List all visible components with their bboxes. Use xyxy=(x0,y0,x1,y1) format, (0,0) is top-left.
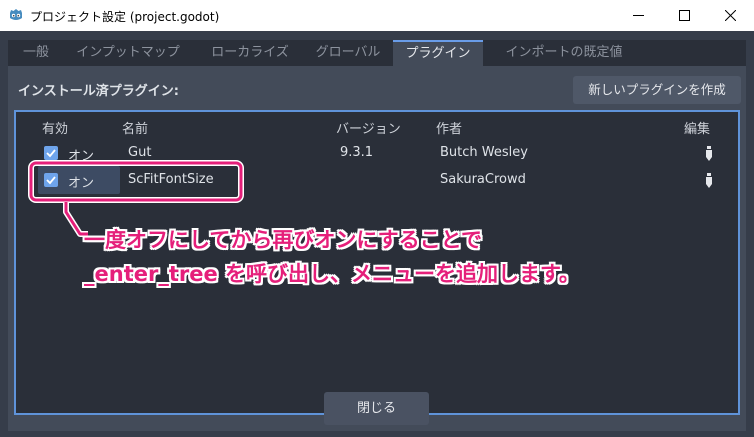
create-plugin-button[interactable]: 新しいプラグインを作成 xyxy=(573,76,741,104)
annotation-line-1: 一度オフにしてから再びオンにすることで xyxy=(84,228,482,252)
plugin-name: Gut xyxy=(128,145,152,160)
window-title: プロジェクト設定 (project.godot) xyxy=(30,10,220,24)
column-name: 名前 xyxy=(122,122,149,137)
minimize-icon xyxy=(633,15,644,16)
column-enabled: 有効 xyxy=(42,122,69,137)
enabled-checkbox[interactable] xyxy=(44,146,58,160)
tab-import-defaults[interactable]: インポートの既定値 xyxy=(489,40,639,66)
close-window-button[interactable] xyxy=(708,0,754,31)
maximize-button[interactable] xyxy=(662,0,708,31)
installed-plugins-title: インストール済プラグイン: xyxy=(18,84,179,99)
column-edit: 編集 xyxy=(684,122,711,137)
check-icon xyxy=(46,149,56,158)
edit-icon[interactable] xyxy=(704,146,714,161)
minimize-button[interactable] xyxy=(616,0,662,31)
tab-general[interactable]: 一般 xyxy=(16,40,56,66)
status-label: オン xyxy=(68,176,95,191)
column-author: 作者 xyxy=(436,122,463,137)
window-titlebar: プロジェクト設定 (project.godot) xyxy=(0,0,754,31)
godot-icon xyxy=(10,9,22,20)
annotation-line-2: _enter_tree を呼び出し、メニューを追加します。 xyxy=(84,262,580,286)
tab-bar: 一般 インプットマップ ローカライズ グローバル プラグイン インポートの既定値 xyxy=(8,40,746,66)
status-label: オン xyxy=(68,149,95,164)
maximize-icon xyxy=(679,10,690,21)
edit-icon[interactable] xyxy=(704,173,714,188)
column-version: バージョン xyxy=(336,122,401,137)
close-button[interactable]: 閉じる xyxy=(324,392,429,425)
enabled-checkbox[interactable] xyxy=(44,173,58,187)
tab-input-map[interactable]: インプットマップ xyxy=(64,40,192,66)
plugin-name: ScFitFontSize xyxy=(128,172,214,187)
tab-plugins[interactable]: プラグイン xyxy=(393,40,483,66)
check-icon xyxy=(46,176,56,185)
plugin-version: 9.3.1 xyxy=(340,145,374,160)
plugin-author: Butch Wesley xyxy=(440,145,528,160)
tab-global[interactable]: グローバル xyxy=(306,40,390,66)
plugin-author: SakuraCrowd xyxy=(440,172,526,187)
close-icon xyxy=(725,10,736,21)
tab-localization[interactable]: ローカライズ xyxy=(198,40,302,66)
